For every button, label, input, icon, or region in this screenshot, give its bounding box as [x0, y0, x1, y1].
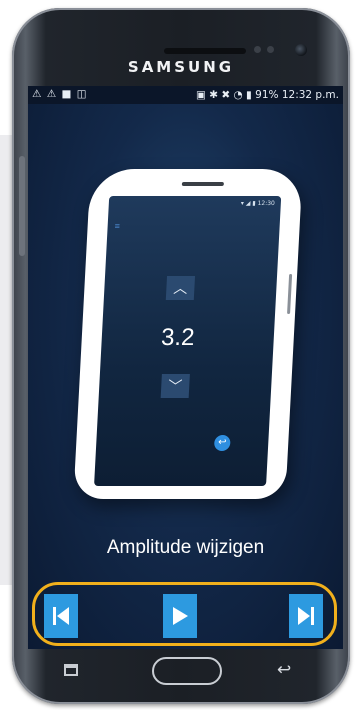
amplitude-value: 3.2	[160, 324, 196, 351]
illustrated-speaker	[181, 182, 224, 186]
illustrated-screen: ▾ ◢ ▮ 12:30 ≡ ︿ 3.2 ﹀ ↩	[94, 196, 282, 486]
phone-side-button[interactable]	[19, 156, 25, 256]
phone-earpiece	[164, 48, 246, 54]
illustrated-side-button	[287, 274, 293, 314]
back-button[interactable]: ↩	[277, 660, 291, 680]
menu-icon: ≡	[114, 221, 121, 231]
status-indicators: ▣ ✱ ✖ ◔ ▮ 91% 12:32 p.m.	[196, 89, 339, 101]
step-caption: Amplitude wijzigen	[106, 537, 265, 558]
illustrated-status-bar: ▾ ◢ ▮ 12:30	[240, 200, 276, 207]
front-camera	[295, 44, 307, 56]
status-notification-icons: ⚠ ⚠ ■ ◫	[32, 88, 88, 100]
phone-screen: ⚠ ⚠ ■ ◫ ▣ ✱ ✖ ◔ ▮ 91% 12:32 p.m. ▾ ◢ ▮ 1…	[28, 86, 343, 649]
status-bar: ⚠ ⚠ ■ ◫ ▣ ✱ ✖ ◔ ▮ 91% 12:32 p.m.	[28, 86, 343, 104]
next-button[interactable]	[289, 594, 323, 638]
home-button[interactable]	[152, 657, 222, 685]
back-arrow-icon: ↩	[213, 435, 231, 451]
chevron-up-icon: ︿	[165, 276, 196, 300]
chevron-down-icon: ﹀	[160, 374, 190, 398]
status-system-icons: ▣ ✱ ✖ ◔ ▮	[196, 89, 256, 101]
skip-previous-icon	[53, 607, 69, 625]
skip-next-icon	[298, 607, 314, 625]
illustrated-status-time: 12:30	[257, 200, 276, 207]
recent-apps-button[interactable]	[64, 664, 78, 676]
brand-logo: SAMSUNG	[127, 58, 235, 76]
previous-button[interactable]	[44, 594, 78, 638]
light-sensor	[267, 46, 274, 53]
proximity-sensor	[254, 46, 261, 53]
illustrated-device: ▾ ◢ ▮ 12:30 ≡ ︿ 3.2 ﹀ ↩	[73, 169, 303, 499]
battery-and-time: 91% 12:32 p.m.	[255, 89, 339, 101]
play-button[interactable]	[163, 594, 197, 638]
play-icon	[173, 607, 188, 625]
